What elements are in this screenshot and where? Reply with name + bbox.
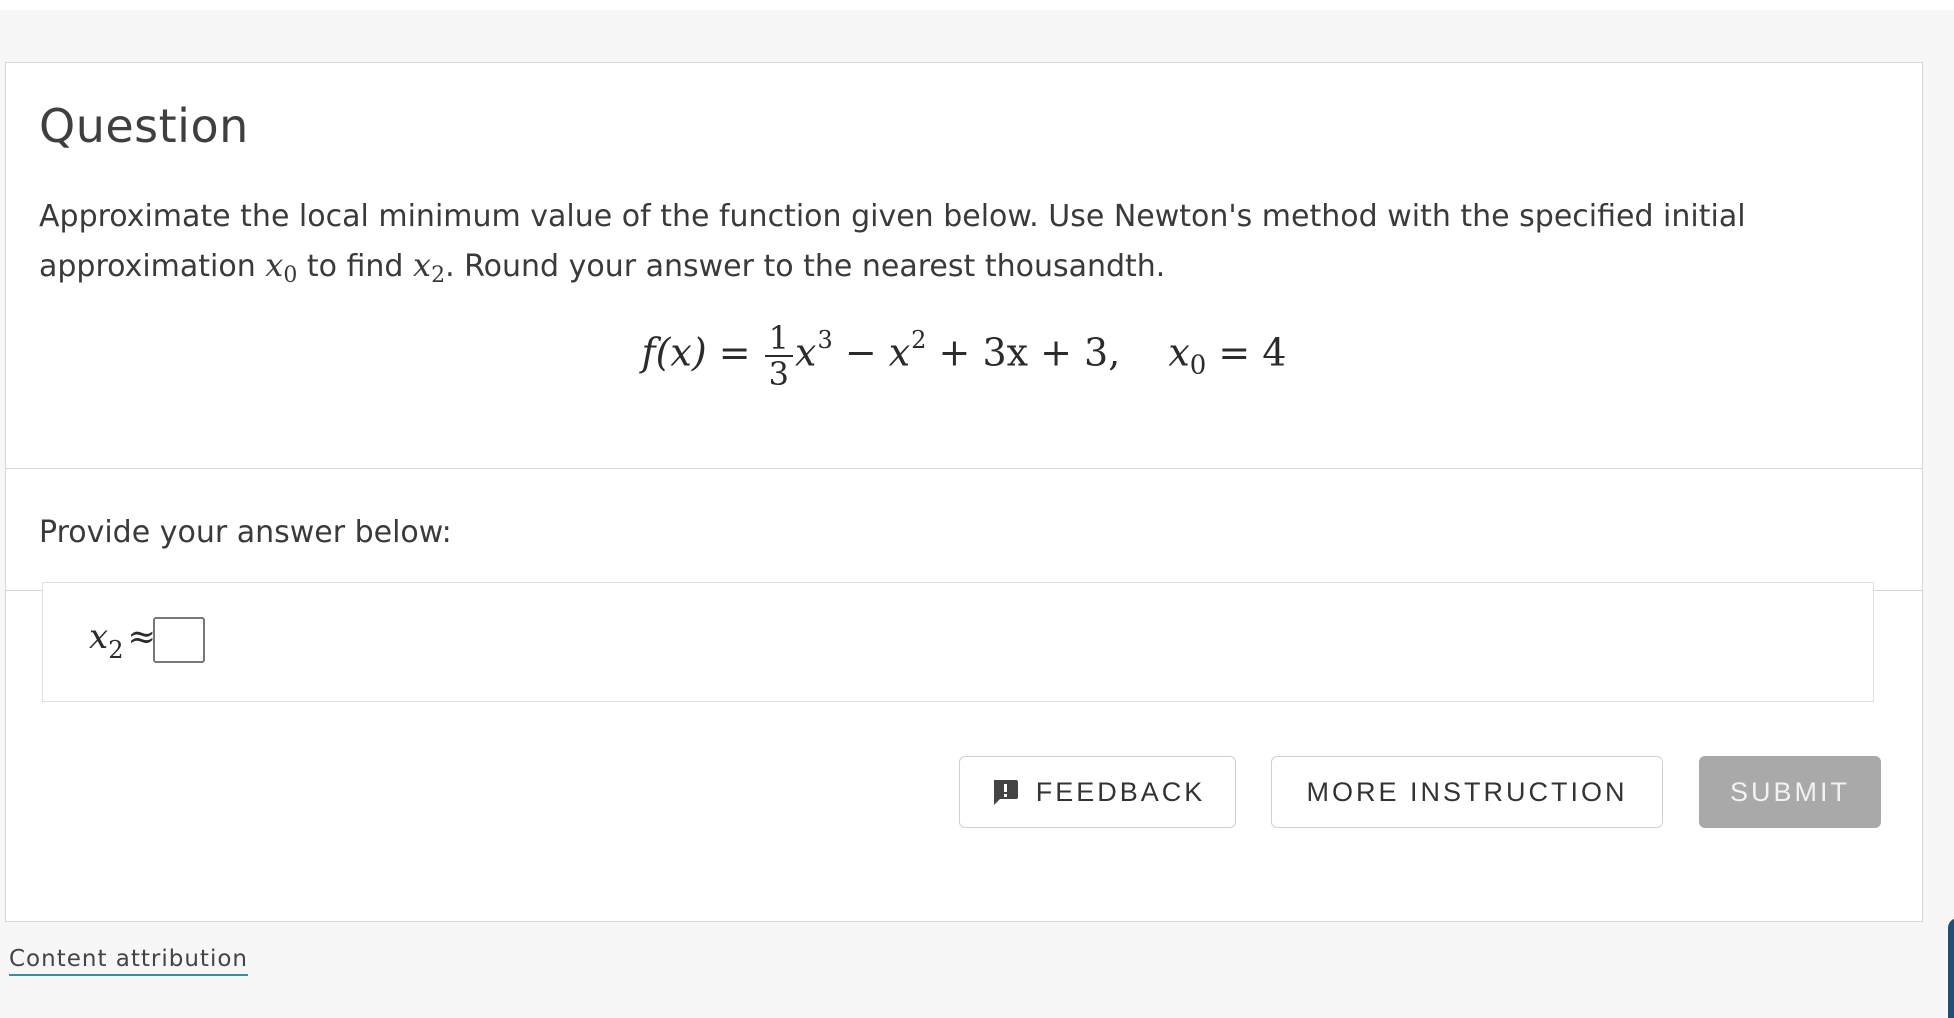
- x0-subscript: 0: [283, 263, 298, 288]
- question-text-part3: . Round your answer to the nearest thous…: [445, 249, 1166, 284]
- formula-term2-exp: 2: [911, 325, 927, 354]
- formula-lhs: f(x) =: [641, 330, 763, 375]
- top-band: [0, 0, 1954, 10]
- content-attribution-link[interactable]: Content attribution: [9, 946, 248, 976]
- more-instruction-label: MORE INSTRUCTION: [1306, 776, 1628, 807]
- provide-answer-label: Provide your answer below:: [39, 515, 452, 550]
- formula-x0-var: x: [1168, 330, 1190, 375]
- submit-button[interactable]: SUBMIT: [1699, 756, 1881, 828]
- formula-term1-var: x: [795, 330, 817, 375]
- formula-fraction: 13: [764, 321, 794, 393]
- answer-lhs-var: x: [89, 617, 109, 657]
- submit-label: SUBMIT: [1729, 776, 1850, 807]
- formula-term2: − x: [832, 330, 911, 375]
- formula-x0-value: = 4: [1206, 330, 1287, 375]
- fraction-numerator: 1: [764, 321, 794, 357]
- feedback-button[interactable]: FEEDBACK: [959, 756, 1236, 828]
- answer-input[interactable]: [153, 617, 205, 663]
- x2-subscript: 2: [431, 263, 446, 288]
- question-section: Question Approximate the local minimum v…: [6, 63, 1922, 469]
- feedback-label: FEEDBACK: [1035, 776, 1206, 807]
- question-title: Question: [39, 99, 249, 153]
- formula-x0-sub: 0: [1189, 350, 1207, 381]
- more-instruction-button[interactable]: MORE INSTRUCTION: [1271, 756, 1663, 828]
- x0-variable: x: [265, 246, 284, 284]
- approx-symbol: ≈: [127, 617, 156, 657]
- fraction-denominator: 3: [768, 355, 790, 393]
- question-text-part2: to find: [297, 249, 414, 284]
- formula-term3: + 3x + 3,: [926, 330, 1121, 375]
- question-text: Approximate the local minimum value of t…: [39, 193, 1839, 300]
- provide-answer-section: Provide your answer below:: [6, 469, 1922, 591]
- answer-lhs-sub: 2: [108, 636, 124, 664]
- answer-box: x2 ≈: [42, 582, 1874, 702]
- formula-term1-exp: 3: [817, 325, 833, 354]
- feedback-icon: [993, 780, 1018, 805]
- edge-tab[interactable]: [1948, 918, 1954, 1018]
- x2-variable: x: [413, 246, 432, 284]
- function-formula: f(x) = 1 3 x3 − x2 + 3x + 3, x0 = 4: [6, 321, 1922, 391]
- answer-lhs: x2 ≈: [89, 617, 156, 664]
